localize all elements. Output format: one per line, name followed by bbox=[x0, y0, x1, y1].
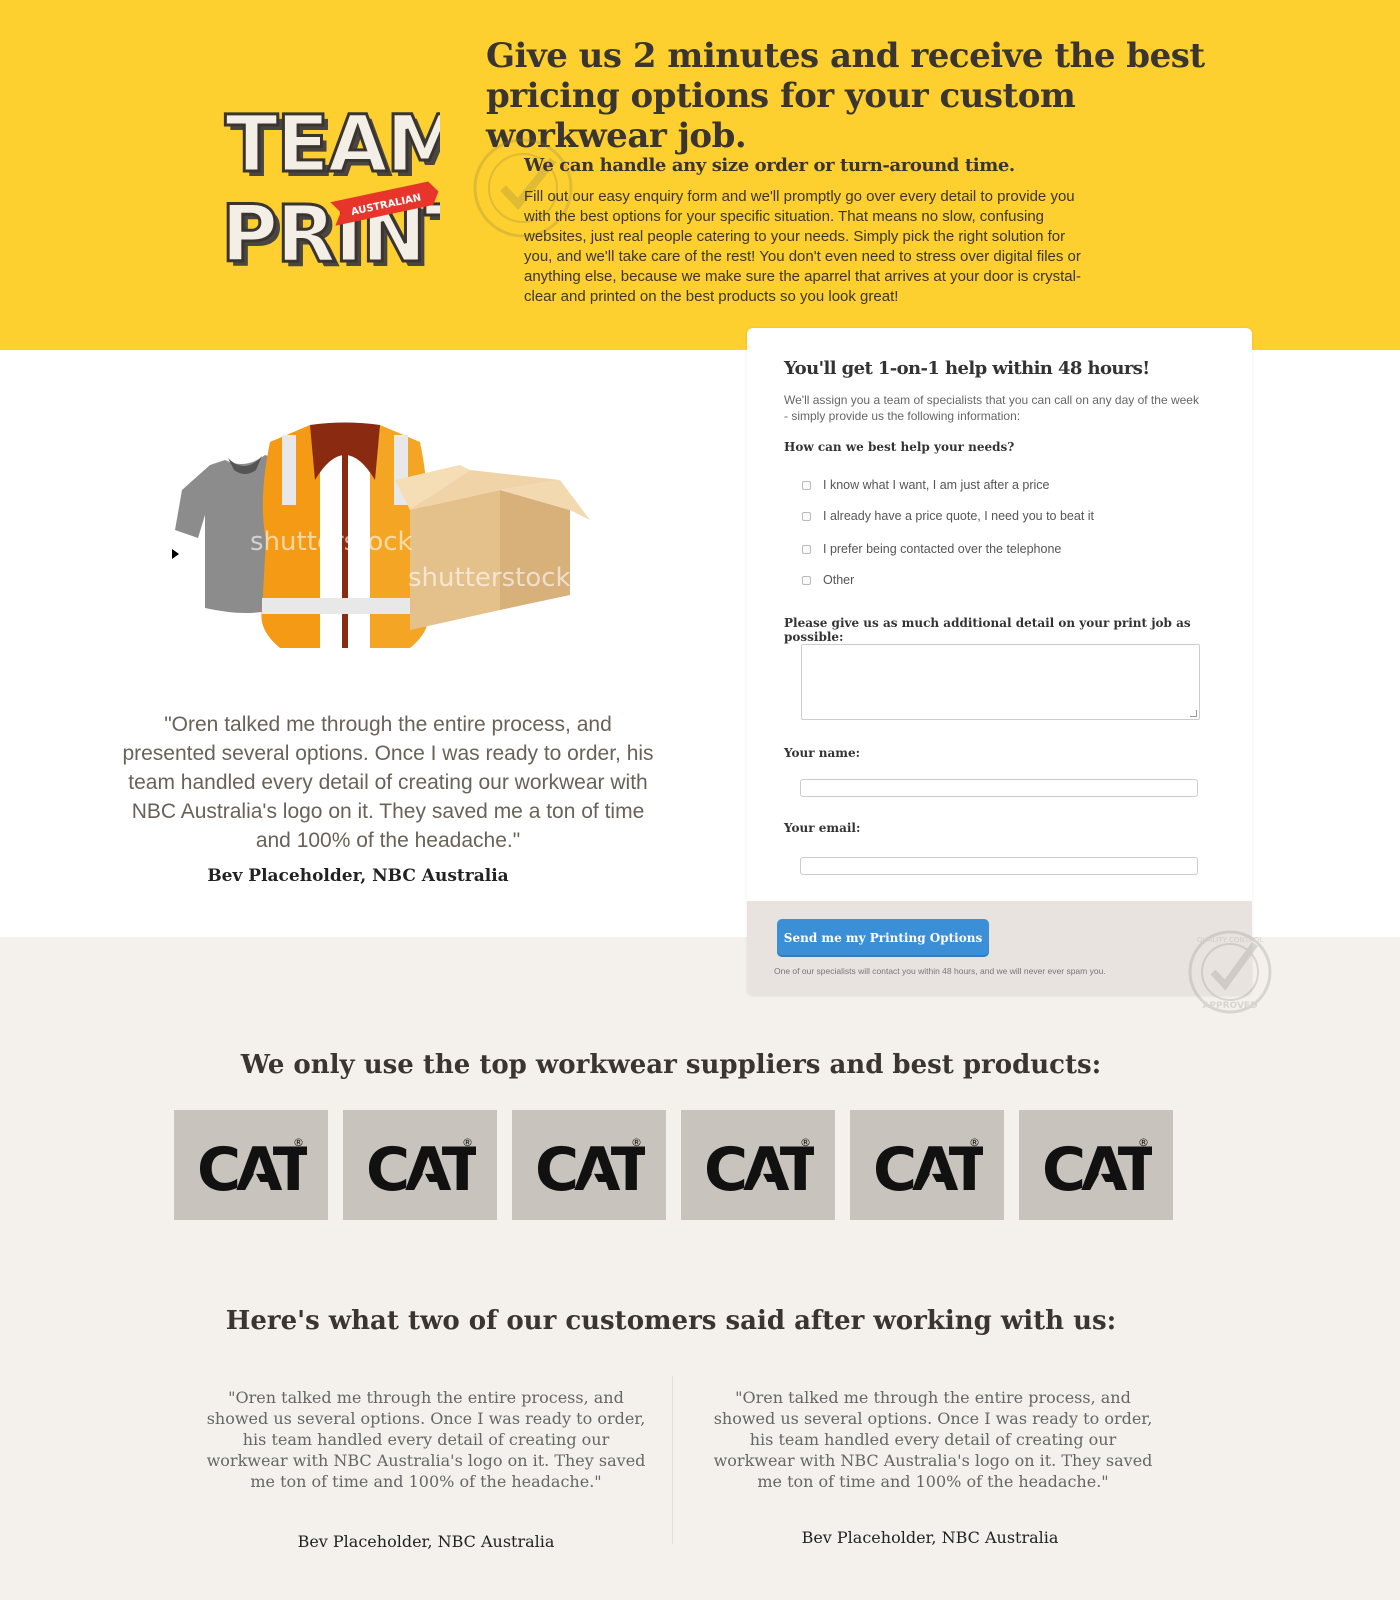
radio-button[interactable] bbox=[802, 511, 811, 521]
enquiry-form: You'll get 1-on-1 help within 48 hours! … bbox=[747, 328, 1252, 996]
option-telephone[interactable]: I prefer being contacted over the teleph… bbox=[802, 542, 1061, 556]
testimonials-title: Here's what two of our customers said af… bbox=[225, 1306, 1117, 1336]
brand-logo-cat: CAT ® bbox=[850, 1110, 1004, 1220]
hero-subheadline: We can handle any size order or turn-aro… bbox=[524, 155, 1015, 176]
hero-headline: Give us 2 minutes and receive the best p… bbox=[486, 36, 1205, 156]
testimonial-author: Bev Placeholder, NBC Australia bbox=[297, 1532, 555, 1551]
svg-text:®: ® bbox=[462, 1136, 473, 1149]
radio-button[interactable] bbox=[802, 575, 811, 585]
details-label: Please give us as much additional detail… bbox=[784, 616, 1191, 644]
radio-button[interactable] bbox=[802, 544, 811, 554]
testimonial-author: Bev Placeholder, NBC Australia bbox=[801, 1528, 1059, 1547]
brand-logo-cat: CAT ® bbox=[1019, 1110, 1173, 1220]
option-label: I prefer being contacted over the teleph… bbox=[823, 542, 1062, 556]
svg-text:®: ® bbox=[631, 1136, 642, 1149]
watermark-text: shutterstock bbox=[250, 527, 413, 557]
form-title: You'll get 1-on-1 help within 48 hours! bbox=[784, 358, 1150, 379]
form-footer: Send me my Printing Options One of our s… bbox=[747, 901, 1252, 996]
option-beat-quote[interactable]: I already have a price quote, I need you… bbox=[802, 509, 1094, 523]
radio-button[interactable] bbox=[802, 480, 811, 490]
team-print-logo: TEAM TEAM PRINT PRINT AUSTRALIAN bbox=[220, 99, 440, 281]
brand-logo-cat: CAT ® bbox=[681, 1110, 835, 1220]
cardboard-box-icon bbox=[395, 465, 590, 630]
needs-question-label: How can we best help your needs? bbox=[784, 440, 1015, 454]
stamp-top-text: QUALITY CONTROL bbox=[1197, 936, 1263, 944]
workwear-product-image: shutterstock shutterstock bbox=[175, 422, 590, 648]
hero-body-text: Fill out our easy enquiry form and we'll… bbox=[524, 188, 1081, 305]
brand-logo-cat: CAT ® bbox=[512, 1110, 666, 1220]
details-textarea[interactable] bbox=[801, 644, 1200, 720]
testimonial-quote: "Oren talked me through the entire proce… bbox=[206, 1388, 646, 1491]
option-know-what-i-want[interactable]: I know what I want, I am just after a pr… bbox=[802, 478, 1049, 492]
cat-logo-icon: CAT ® bbox=[197, 1135, 307, 1196]
play-arrow-icon[interactable] bbox=[172, 549, 179, 559]
email-input[interactable] bbox=[800, 857, 1198, 875]
cat-logo-icon: CAT ® bbox=[535, 1135, 645, 1196]
featured-testimonial-quote: "Oren talked me through the entire proce… bbox=[122, 713, 654, 852]
cat-logo-icon: CAT ® bbox=[1042, 1135, 1152, 1196]
email-label: Your email: bbox=[784, 821, 861, 835]
svg-text:®: ® bbox=[293, 1136, 304, 1149]
stamp-bottom-text: APPROVED bbox=[1202, 1001, 1257, 1011]
form-footnote: One of our specialists will contact you … bbox=[774, 966, 1106, 976]
option-label: Other bbox=[823, 573, 855, 587]
name-label: Your name: bbox=[784, 746, 861, 760]
cat-logo-icon: CAT ® bbox=[704, 1135, 814, 1196]
watermark-text: shutterstock bbox=[408, 563, 571, 593]
svg-text:®: ® bbox=[800, 1136, 811, 1149]
name-input[interactable] bbox=[800, 779, 1198, 797]
testimonial-quote: "Oren talked me through the entire proce… bbox=[713, 1388, 1153, 1491]
option-label: I already have a price quote, I need you… bbox=[823, 509, 1095, 523]
suppliers-title: We only use the top workwear suppliers a… bbox=[240, 1050, 1102, 1080]
svg-text:®: ® bbox=[969, 1136, 980, 1149]
brand-logo-cat: CAT ® bbox=[174, 1110, 328, 1220]
option-other[interactable]: Other bbox=[802, 573, 854, 587]
svg-text:®: ® bbox=[1138, 1136, 1149, 1149]
logo-line1: TEAM bbox=[225, 100, 440, 190]
cat-logo-icon: CAT ® bbox=[873, 1135, 983, 1196]
option-label: I know what I want, I am just after a pr… bbox=[823, 478, 1050, 492]
testimonial-divider bbox=[672, 1376, 673, 1544]
featured-testimonial-author: Bev Placeholder, NBC Australia bbox=[207, 866, 509, 886]
cat-logo-icon: CAT ® bbox=[366, 1135, 476, 1196]
hero-section: TEAM TEAM PRINT PRINT AUSTRALIAN Give us… bbox=[0, 0, 1400, 350]
send-printing-options-button[interactable]: Send me my Printing Options bbox=[777, 919, 989, 957]
brand-logo-cat: CAT ® bbox=[343, 1110, 497, 1220]
form-intro: We'll assign you a team of specialists t… bbox=[784, 393, 1199, 423]
quality-approved-stamp-icon: QUALITY CONTROL APPROVED bbox=[1188, 930, 1272, 1014]
